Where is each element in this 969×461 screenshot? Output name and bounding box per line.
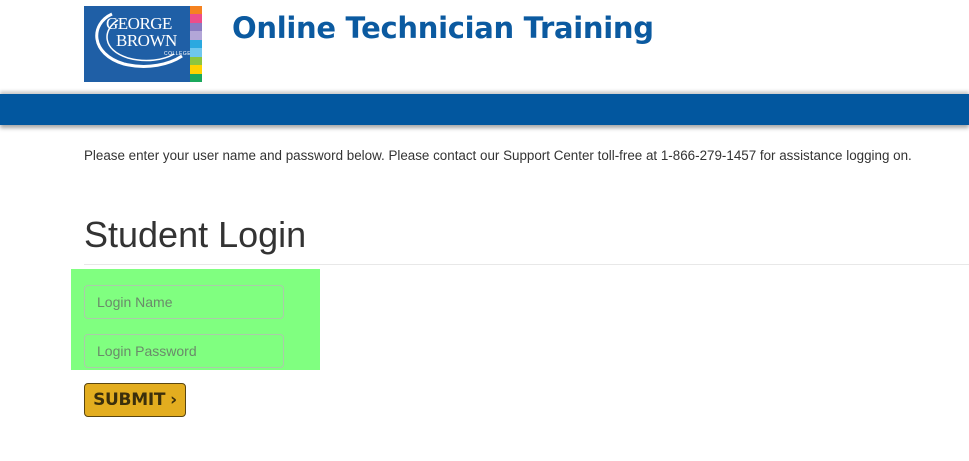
logo-stripe [190, 14, 202, 23]
college-logo[interactable]: GEORGE BROWN COLLEGE [84, 6, 202, 82]
logo-stripe [190, 6, 202, 15]
logo-stripe [190, 56, 202, 66]
submit-label: SUBMIT [93, 390, 166, 410]
page-title: Student Login [84, 214, 307, 255]
logo-stripe [190, 22, 202, 32]
logo-stripe [190, 39, 202, 49]
logo-stripe [190, 48, 202, 57]
submit-button[interactable]: SUBMIT › [84, 383, 186, 417]
nav-bar [0, 94, 969, 125]
page: GEORGE BROWN COLLEGE Online Technician T… [0, 0, 969, 461]
login-password-input[interactable] [84, 334, 284, 368]
logo-line-george: GEORGE [106, 14, 172, 33]
logo-stripe [190, 65, 202, 74]
logo-line-brown: BROWN [116, 31, 177, 50]
chevron-right-icon: › [170, 390, 177, 410]
site-title: Online Technician Training [232, 11, 654, 45]
logo-line-college: COLLEGE [164, 51, 192, 57]
logo-stripe [190, 31, 202, 40]
heading-divider [84, 264, 969, 265]
logo-color-stripes [190, 6, 202, 82]
login-notice: Please enter your user name and password… [84, 148, 912, 163]
logo-stripe [190, 73, 202, 82]
login-name-input[interactable] [84, 285, 284, 319]
logo-wordmark: GEORGE BROWN [106, 15, 177, 49]
